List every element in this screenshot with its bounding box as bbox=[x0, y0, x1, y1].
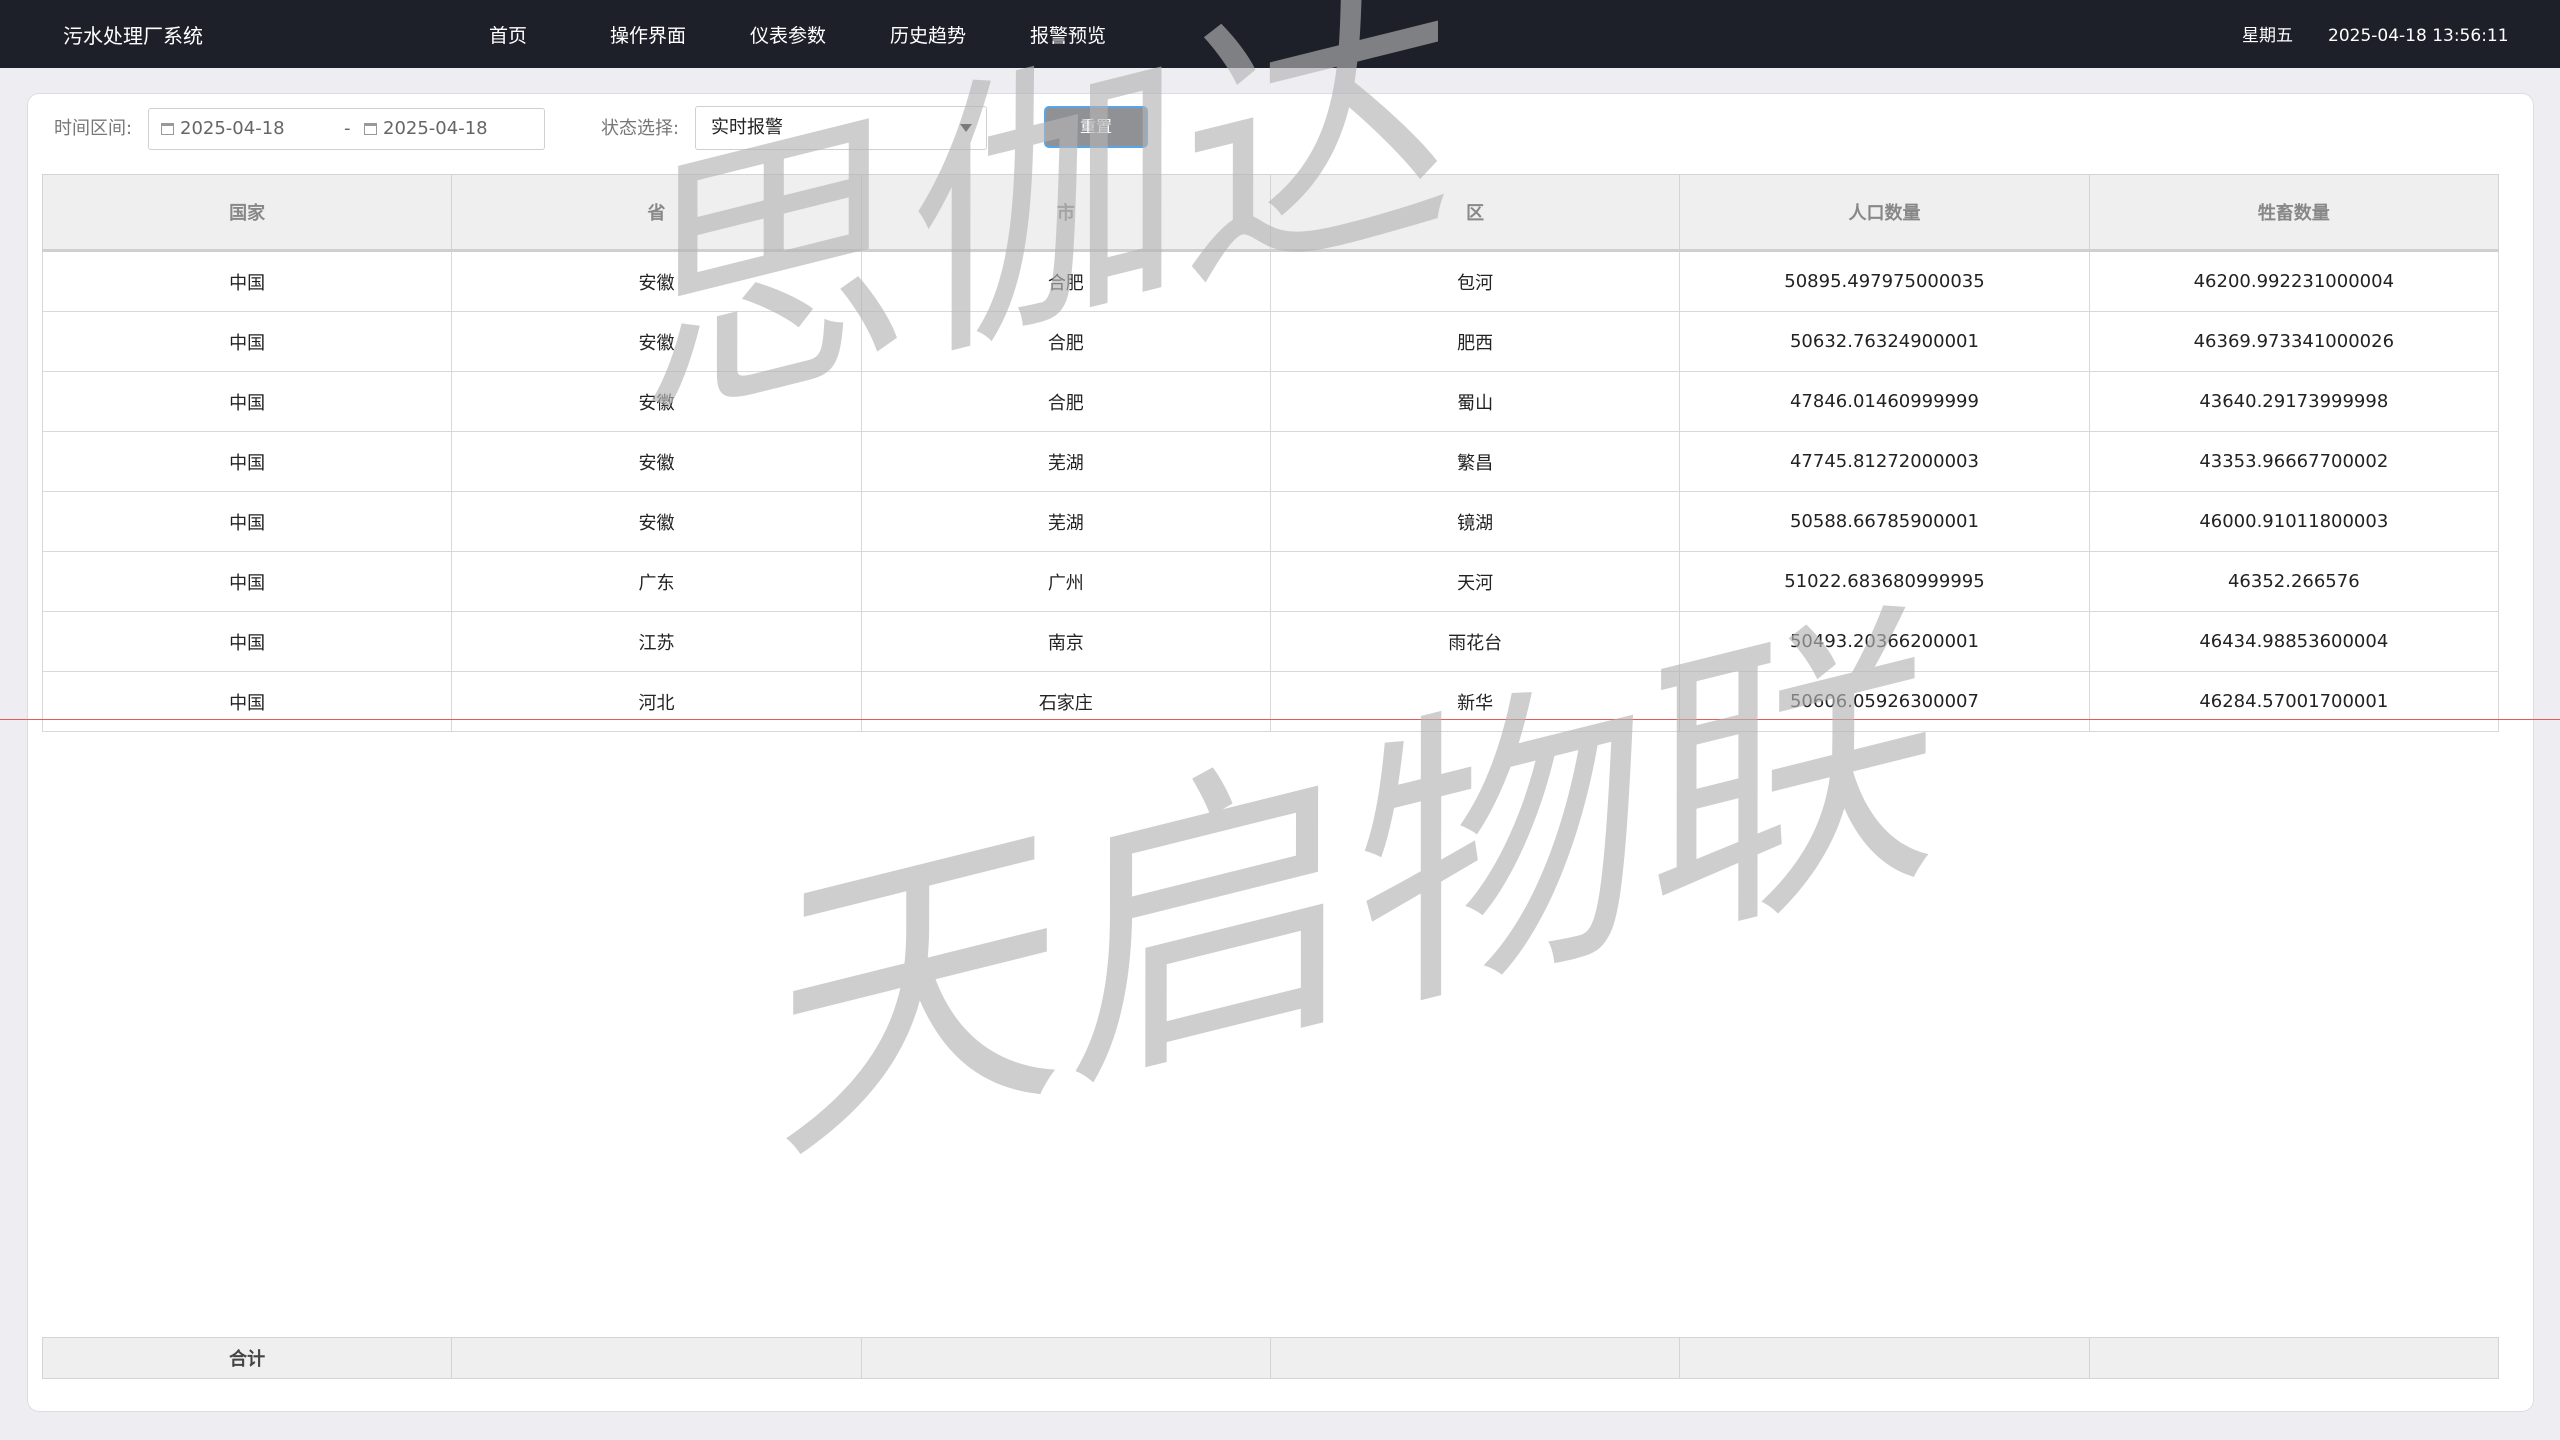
table-cell: 肥西 bbox=[1269, 311, 1681, 372]
table-cell: 新华 bbox=[1269, 671, 1681, 732]
table-cell: 中国 bbox=[41, 371, 453, 432]
nav-item-operation[interactable]: 操作界面 bbox=[578, 0, 718, 72]
table-cell: 46200.992231000004 bbox=[2088, 250, 2500, 312]
table-cell: 芜湖 bbox=[860, 491, 1271, 552]
table-cell: 中国 bbox=[41, 311, 453, 372]
column-header-country: 国家 bbox=[41, 174, 453, 252]
table-cell: 中国 bbox=[41, 491, 453, 552]
table-cell: 46352.266576 bbox=[2088, 551, 2500, 612]
table-cell: 包河 bbox=[1269, 250, 1681, 312]
table-cell: 安徽 bbox=[451, 250, 862, 312]
calendar-icon bbox=[161, 123, 174, 135]
summary-cell bbox=[860, 1337, 1271, 1379]
table-cell: 蜀山 bbox=[1269, 371, 1681, 432]
table-cell: 繁昌 bbox=[1269, 431, 1681, 492]
table-cell: 46284.57001700001 bbox=[2088, 671, 2500, 732]
table-cell: 石家庄 bbox=[860, 671, 1271, 732]
app-title: 污水处理厂系统 bbox=[63, 24, 203, 48]
status-select[interactable]: 实时报警 bbox=[695, 106, 987, 150]
table-cell: 安徽 bbox=[451, 311, 862, 372]
table-cell: 43640.29173999998 bbox=[2088, 371, 2500, 432]
nav-item-home[interactable]: 首页 bbox=[438, 0, 578, 72]
main-nav: 首页 操作界面 仪表参数 历史趋势 报警预览 bbox=[438, 0, 1138, 72]
datetime-label: 2025-04-18 13:56:11 bbox=[2328, 26, 2509, 46]
table-cell: 合肥 bbox=[860, 311, 1271, 372]
table-cell: 广东 bbox=[451, 551, 862, 612]
summary-cell bbox=[2088, 1337, 2500, 1379]
status-select-value: 实时报警 bbox=[711, 117, 783, 138]
weekday-label: 星期五 bbox=[2242, 26, 2293, 46]
table-cell: 中国 bbox=[41, 431, 453, 492]
content-panel: 时间区间: 2025-04-18 - 2025-04-18 状态选择: 实时报警… bbox=[27, 93, 2534, 1412]
table-cell: 江苏 bbox=[451, 611, 862, 672]
table-cell: 中国 bbox=[41, 250, 453, 312]
table-cell: 51022.683680999995 bbox=[1679, 551, 2090, 612]
table-cell: 47745.81272000003 bbox=[1679, 431, 2090, 492]
table-cell: 50895.497975000035 bbox=[1679, 250, 2090, 312]
table-cell: 47846.01460999999 bbox=[1679, 371, 2090, 432]
summary-cell bbox=[1269, 1337, 1681, 1379]
table-cell: 安徽 bbox=[451, 491, 862, 552]
table-cell: 43353.96667700002 bbox=[2088, 431, 2500, 492]
summary-label: 合计 bbox=[41, 1337, 453, 1379]
table-cell: 46000.91011800003 bbox=[2088, 491, 2500, 552]
start-date-value[interactable]: 2025-04-18 bbox=[180, 118, 285, 139]
nav-item-history-trend[interactable]: 历史趋势 bbox=[858, 0, 998, 72]
table-cell: 芜湖 bbox=[860, 431, 1271, 492]
marker-line bbox=[0, 719, 2560, 720]
table-row: 中国 安徽 合肥 蜀山 47846.01460999999 43640.2917… bbox=[41, 371, 2500, 432]
table-row: 中国 安徽 芜湖 繁昌 47745.81272000003 43353.9666… bbox=[41, 431, 2500, 492]
table-cell: 安徽 bbox=[451, 431, 862, 492]
table-cell: 50606.05926300007 bbox=[1679, 671, 2090, 732]
summary-row: 合计 bbox=[41, 1337, 2500, 1379]
time-range-label: 时间区间: bbox=[54, 118, 133, 139]
status-select-label: 状态选择: bbox=[601, 118, 680, 139]
date-range-picker[interactable]: 2025-04-18 - 2025-04-18 bbox=[148, 108, 545, 150]
column-header-livestock: 牲畜数量 bbox=[2088, 174, 2500, 252]
summary-cell bbox=[451, 1337, 862, 1379]
table-cell: 50588.66785900001 bbox=[1679, 491, 2090, 552]
table-row: 中国 河北 石家庄 新华 50606.05926300007 46284.570… bbox=[41, 671, 2500, 732]
table-cell: 46369.973341000026 bbox=[2088, 311, 2500, 372]
table-cell: 50493.20366200001 bbox=[1679, 611, 2090, 672]
table-cell: 中国 bbox=[41, 611, 453, 672]
table-row: 中国 广东 广州 天河 51022.683680999995 46352.266… bbox=[41, 551, 2500, 612]
table-cell: 安徽 bbox=[451, 371, 862, 432]
date-separator: - bbox=[344, 118, 351, 139]
table-cell: 50632.76324900001 bbox=[1679, 311, 2090, 372]
reset-button[interactable]: 重置 bbox=[1044, 106, 1148, 148]
table-row: 中国 江苏 南京 雨花台 50493.20366200001 46434.988… bbox=[41, 611, 2500, 672]
table-cell: 中国 bbox=[41, 671, 453, 732]
table-cell: 广州 bbox=[860, 551, 1271, 612]
nav-item-alarm-preview[interactable]: 报警预览 bbox=[998, 0, 1138, 72]
nav-item-instrument-params[interactable]: 仪表参数 bbox=[718, 0, 858, 72]
table-cell: 河北 bbox=[451, 671, 862, 732]
table-cell: 合肥 bbox=[860, 250, 1271, 312]
data-table: 国家 省 市 区 人口数量 牲畜数量 中国 安徽 合肥 包河 50895.497… bbox=[41, 174, 2500, 732]
table-cell: 镜湖 bbox=[1269, 491, 1681, 552]
summary-cell bbox=[1679, 1337, 2090, 1379]
table-cell: 雨花台 bbox=[1269, 611, 1681, 672]
caret-down-icon bbox=[960, 124, 972, 132]
table-row: 中国 安徽 合肥 肥西 50632.76324900001 46369.9733… bbox=[41, 311, 2500, 372]
table-cell: 中国 bbox=[41, 551, 453, 612]
column-header-population: 人口数量 bbox=[1679, 174, 2090, 252]
table-row: 中国 安徽 芜湖 镜湖 50588.66785900001 46000.9101… bbox=[41, 491, 2500, 552]
table-row: 中国 安徽 合肥 包河 50895.497975000035 46200.992… bbox=[41, 250, 2500, 312]
column-header-city: 市 bbox=[860, 174, 1271, 252]
end-date-value[interactable]: 2025-04-18 bbox=[383, 118, 488, 139]
table-cell: 天河 bbox=[1269, 551, 1681, 612]
table-cell: 南京 bbox=[860, 611, 1271, 672]
table-cell: 46434.98853600004 bbox=[2088, 611, 2500, 672]
calendar-icon bbox=[364, 123, 377, 135]
table-header-row: 国家 省 市 区 人口数量 牲畜数量 bbox=[41, 174, 2500, 252]
column-header-district: 区 bbox=[1269, 174, 1681, 252]
table-cell: 合肥 bbox=[860, 371, 1271, 432]
top-bar: 污水处理厂系统 首页 操作界面 仪表参数 历史趋势 报警预览 星期五 2025-… bbox=[0, 0, 2560, 68]
column-header-province: 省 bbox=[451, 174, 862, 252]
